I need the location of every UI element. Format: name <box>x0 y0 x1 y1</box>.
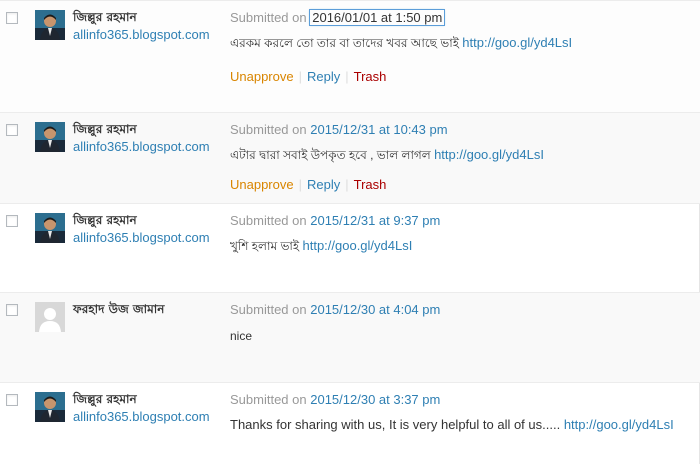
comment-author: ফরহাদ উজ জামান <box>73 302 165 316</box>
comment-body: Thanks for sharing with us, It is very h… <box>230 417 561 432</box>
comment-text: এটার দ্বারা সবাই উপকৃত হবে , ভাল লাগল ht… <box>230 147 544 167</box>
submitted-prefix: Submitted on <box>230 10 307 25</box>
submitted-on: Submitted on 2015/12/30 at 3:37 pm <box>230 392 440 407</box>
avatar <box>35 302 65 332</box>
author-url-link[interactable]: allinfo365.blogspot.com <box>73 139 210 154</box>
submitted-prefix: Submitted on <box>230 302 307 317</box>
row-actions: Unapprove | Reply | Trash <box>230 177 386 192</box>
comment-link[interactable]: http://goo.gl/yd4LsI <box>434 147 544 162</box>
comment-checkbox[interactable] <box>6 215 18 227</box>
row-actions: Unapprove | Reply | Trash <box>230 69 386 84</box>
comment-body: খুশি হলাম ভাই <box>230 239 300 253</box>
comment-text: nice <box>230 329 252 343</box>
submitted-on: Submitted on 2015/12/31 at 9:37 pm <box>230 213 440 228</box>
submitted-on: Submitted on 2016/01/01 at 1:50 pm <box>230 9 446 26</box>
unapprove-action[interactable]: Unapprove <box>230 177 294 192</box>
action-separator: | <box>345 177 349 192</box>
submitted-prefix: Submitted on <box>230 122 307 137</box>
comment-checkbox[interactable] <box>6 394 18 406</box>
avatar <box>35 10 65 40</box>
comment-author: জিল্লুর রহমান <box>73 122 137 136</box>
author-url-link[interactable]: allinfo365.blogspot.com <box>73 27 210 42</box>
comment-text: Thanks for sharing with us, It is very h… <box>230 417 674 432</box>
comment-row: জিল্লুর রহমান allinfo365.blogspot.com Su… <box>0 382 700 464</box>
comment-text: এরকম করলে তো তার বা তাদের খবর আছে ভাই ht… <box>230 35 572 55</box>
comment-checkbox[interactable] <box>6 12 18 24</box>
avatar <box>35 392 65 422</box>
comment-date-link[interactable]: 2016/01/01 at 1:50 pm <box>309 9 446 26</box>
comment-date-link[interactable]: 2015/12/30 at 4:04 pm <box>310 302 440 317</box>
trash-action[interactable]: Trash <box>354 177 387 192</box>
comment-body: এটার দ্বারা সবাই উপকৃত হবে , ভাল লাগল <box>230 148 431 162</box>
avatar <box>35 213 65 243</box>
comment-checkbox[interactable] <box>6 124 18 136</box>
comment-author: জিল্লুর রহমান <box>73 10 137 24</box>
comment-author: জিল্লুর রহমান <box>73 392 137 406</box>
comment-date-link[interactable]: 2015/12/31 at 10:43 pm <box>310 122 447 137</box>
comment-row: জিল্লুর রহমান allinfo365.blogspot.com Su… <box>0 112 700 203</box>
author-url-link[interactable]: allinfo365.blogspot.com <box>73 409 210 424</box>
comment-row: জিল্লুর রহমান allinfo365.blogspot.com Su… <box>0 0 700 112</box>
avatar <box>35 122 65 152</box>
comment-link[interactable]: http://goo.gl/yd4LsI <box>302 238 412 253</box>
comment-link[interactable]: http://goo.gl/yd4LsI <box>462 35 572 50</box>
comment-body: nice <box>230 329 253 343</box>
comment-date-link[interactable]: 2015/12/30 at 3:37 pm <box>310 392 440 407</box>
comment-link[interactable]: http://goo.gl/yd4LsI <box>564 417 674 432</box>
comment-row: জিল্লুর রহমান allinfo365.blogspot.com Su… <box>0 203 700 292</box>
comment-row: ফরহাদ উজ জামান Submitted on 2015/12/30 a… <box>0 292 700 382</box>
comment-text: খুশি হলাম ভাই http://goo.gl/yd4LsI <box>230 238 412 258</box>
submitted-on: Submitted on 2015/12/31 at 10:43 pm <box>230 122 448 137</box>
submitted-prefix: Submitted on <box>230 213 307 228</box>
comment-checkbox[interactable] <box>6 304 18 316</box>
action-separator: | <box>298 69 302 84</box>
author-url-link[interactable]: allinfo365.blogspot.com <box>73 230 210 245</box>
action-separator: | <box>345 69 349 84</box>
comment-date-link[interactable]: 2015/12/31 at 9:37 pm <box>310 213 440 228</box>
action-separator: | <box>298 177 302 192</box>
unapprove-action[interactable]: Unapprove <box>230 69 294 84</box>
trash-action[interactable]: Trash <box>354 69 387 84</box>
submitted-prefix: Submitted on <box>230 392 307 407</box>
reply-action[interactable]: Reply <box>307 69 340 84</box>
submitted-on: Submitted on 2015/12/30 at 4:04 pm <box>230 302 440 317</box>
comment-body: এরকম করলে তো তার বা তাদের খবর আছে ভাই <box>230 36 459 50</box>
comment-author: জিল্লুর রহমান <box>73 213 137 227</box>
comments-list: জিল্লুর রহমান allinfo365.blogspot.com Su… <box>0 0 700 464</box>
reply-action[interactable]: Reply <box>307 177 340 192</box>
